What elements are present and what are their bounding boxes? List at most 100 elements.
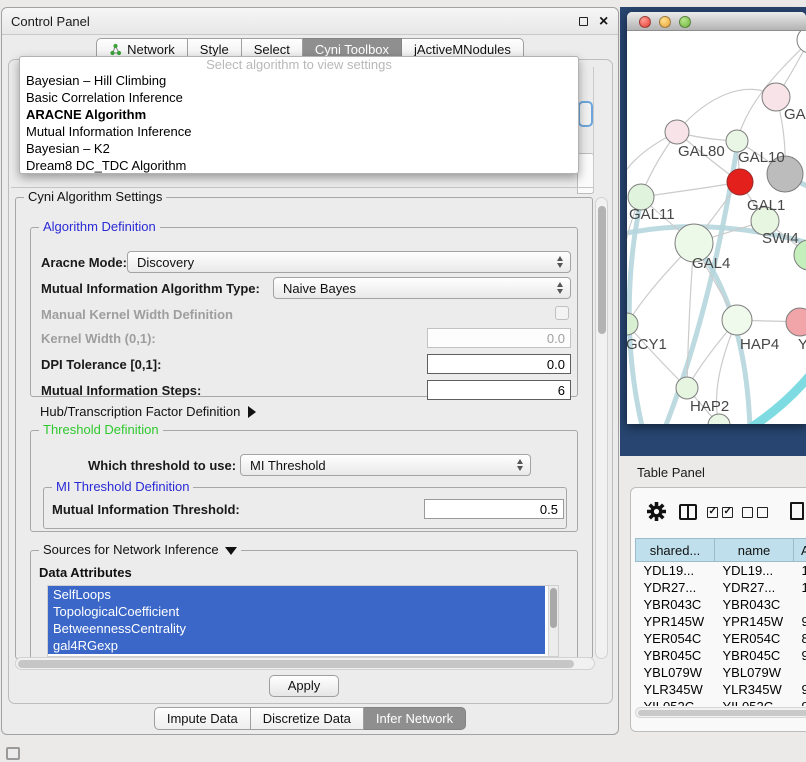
attributes-scrollbar[interactable]	[548, 586, 558, 656]
scrollbar-thumb[interactable]	[598, 206, 606, 334]
network-edge[interactable]	[677, 89, 776, 132]
table-cell[interactable]: YER054C	[636, 630, 715, 647]
table-cell[interactable]: YDL19...	[636, 562, 715, 579]
zoom-traffic-light[interactable]	[679, 16, 691, 28]
table-row[interactable]: YBL079WYBL079W	[636, 664, 806, 681]
mi-algorithm-type-combo[interactable]: Naive Bayes	[273, 277, 571, 299]
table-cell[interactable]: YER054C	[715, 630, 794, 647]
attribute-item[interactable]: gal4RGexp	[48, 637, 545, 654]
minimize-traffic-light[interactable]	[659, 16, 671, 28]
close-traffic-light[interactable]	[639, 16, 651, 28]
table-cell[interactable]: 8.	[794, 630, 806, 647]
table-row[interactable]: YPR145WYPR145W9.	[636, 613, 806, 630]
column-header-clipped[interactable]: A	[794, 539, 806, 562]
hub-transcription-factor-section[interactable]: Hub/Transcription Factor Definition	[40, 404, 256, 419]
network-edge[interactable]	[744, 368, 806, 424]
table-cell[interactable]: YLR345W	[636, 681, 715, 698]
column-header-name[interactable]: name	[715, 539, 794, 562]
network-node[interactable]	[665, 120, 689, 144]
table-row[interactable]: YBR043CYBR043C	[636, 596, 806, 613]
network-node[interactable]	[676, 377, 698, 399]
table-cell[interactable]: 9.	[794, 613, 806, 630]
document-icon[interactable]	[790, 502, 804, 520]
sources-group-title[interactable]: Sources for Network Inference	[39, 542, 241, 557]
network-canvas[interactable]: GALGAL80GAL10GAL1GAL11SWI4GAL4GCY1HAP4YH…	[627, 31, 806, 424]
which-threshold-combo[interactable]: MI Threshold	[240, 454, 531, 476]
network-node[interactable]	[722, 305, 752, 335]
network-node[interactable]	[797, 31, 806, 53]
table-cell[interactable]: YBR045C	[715, 647, 794, 664]
table-cell[interactable]: YBR043C	[715, 596, 794, 613]
table-row[interactable]: YIL052CYIL052C9.	[636, 698, 806, 707]
algorithm-option[interactable]: Dream8 DC_TDC Algorithm	[20, 157, 578, 174]
table-row[interactable]: YDR27...YDR27...12	[636, 579, 806, 596]
table-row[interactable]: YLR345WYLR345W9.	[636, 681, 806, 698]
algorithm-option[interactable]: Bayesian – Hill Climbing	[20, 72, 578, 89]
network-node-label: GAL1	[747, 197, 785, 214]
close-panel-button[interactable]	[596, 14, 612, 30]
network-node[interactable]	[786, 308, 806, 336]
table-horizontal-scrollbar[interactable]	[635, 707, 806, 718]
network-node[interactable]	[727, 169, 753, 195]
algorithm-option[interactable]: Basic Correlation Inference	[20, 89, 578, 106]
table-cell[interactable]: YDR27...	[715, 579, 794, 596]
table-cell[interactable]: YIL052C	[715, 698, 794, 707]
float-window-button[interactable]	[576, 14, 592, 30]
select-all-columns-icon[interactable]	[707, 507, 733, 518]
network-edge[interactable]	[627, 324, 687, 388]
table-row[interactable]: YER054CYER054C8.	[636, 630, 806, 647]
kernel-width-input[interactable]	[427, 328, 571, 348]
mi-steps-label: Mutual Information Steps:	[41, 383, 201, 398]
attribute-item[interactable]: TopologicalCoefficient	[48, 603, 545, 620]
mi-threshold-input[interactable]	[424, 499, 564, 519]
table-cell[interactable]: YLR345W	[715, 681, 794, 698]
table-cell[interactable]: 9.	[794, 647, 806, 664]
apply-button[interactable]: Apply	[269, 675, 339, 697]
settings-vertical-scrollbar[interactable]	[595, 197, 608, 659]
dpi-tolerance-input[interactable]	[427, 354, 571, 374]
table-row[interactable]: YDL19...YDL19...13	[636, 562, 806, 579]
network-edge[interactable]	[664, 148, 737, 424]
table-cell[interactable]: 13	[794, 562, 806, 579]
table-cell[interactable]: YPR145W	[715, 613, 794, 630]
algorithm-option[interactable]: ARACNE Algorithm	[20, 106, 578, 123]
network-node[interactable]	[627, 313, 638, 335]
table-cell[interactable]	[794, 596, 806, 613]
gear-icon[interactable]	[647, 502, 666, 521]
tab-impute-data[interactable]: Impute Data	[154, 707, 251, 730]
tab-infer-network[interactable]: Infer Network	[364, 707, 466, 730]
table-row[interactable]: YBR045CYBR045C9.	[636, 647, 806, 664]
attribute-item[interactable]: BetweennessCentrality	[48, 620, 545, 637]
collapsed-panel-handle[interactable]	[6, 747, 20, 760]
table-cell[interactable]: 9.	[794, 681, 806, 698]
aracne-mode-combo[interactable]: Discovery	[127, 251, 571, 273]
deselect-all-columns-icon[interactable]	[742, 507, 768, 518]
manual-kernel-width-checkbox[interactable]	[555, 306, 569, 320]
table-cell[interactable]: YBL079W	[715, 664, 794, 681]
tab-discretize-data[interactable]: Discretize Data	[251, 707, 364, 730]
table-cell[interactable]: YBR045C	[636, 647, 715, 664]
scrollbar-thumb[interactable]	[18, 660, 574, 668]
table-cell[interactable]: YDL19...	[715, 562, 794, 579]
scrollbar-thumb[interactable]	[550, 588, 557, 628]
scrollbar-thumb[interactable]	[638, 710, 806, 716]
split-columns-icon[interactable]	[679, 504, 697, 520]
table-cell[interactable]: YIL052C	[636, 698, 715, 707]
table-cell[interactable]: 9.	[794, 698, 806, 707]
table-cell[interactable]: YPR145W	[636, 613, 715, 630]
node-table: shared... name A YDL19...YDL19...13YDR27…	[635, 538, 806, 706]
algorithm-option[interactable]: Mutual Information Inference	[20, 123, 578, 140]
algorithm-option[interactable]: Bayesian – K2	[20, 140, 578, 157]
network-edge[interactable]	[641, 182, 740, 197]
attribute-item[interactable]: SelfLoops	[48, 586, 545, 603]
table-cell[interactable]: YDR27...	[636, 579, 715, 596]
column-header-shared-name[interactable]: shared...	[636, 539, 715, 562]
table-cell[interactable]	[794, 664, 806, 681]
settings-horizontal-scrollbar[interactable]	[15, 657, 595, 670]
table-cell[interactable]: YBL079W	[636, 664, 715, 681]
table-cell[interactable]: YBR043C	[636, 596, 715, 613]
mi-steps-input[interactable]	[427, 380, 571, 400]
data-attributes-list[interactable]: SelfLoopsTopologicalCoefficientBetweenne…	[47, 585, 559, 657]
table-cell[interactable]: 12	[794, 579, 806, 596]
network-icon	[109, 43, 122, 56]
